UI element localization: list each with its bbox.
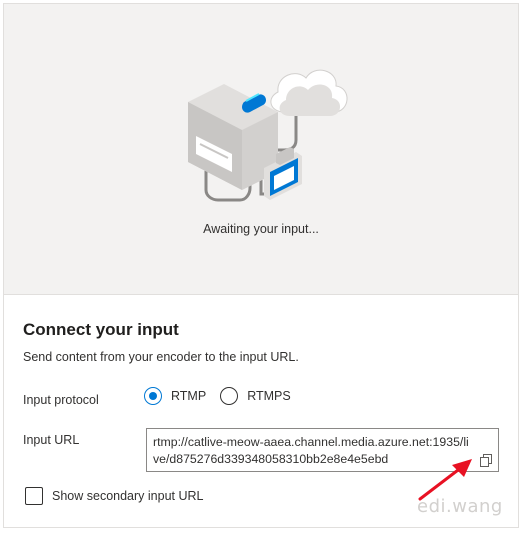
- radio-rtmps[interactable]: RTMPS: [220, 387, 291, 405]
- input-preview-panel: Awaiting your input...: [4, 4, 518, 295]
- section-description: Send content from your encoder to the in…: [23, 350, 299, 364]
- watermark-text: edi.wang: [417, 496, 503, 517]
- awaiting-input-status: Awaiting your input...: [203, 222, 319, 236]
- secondary-url-checkbox-label: Show secondary input URL: [52, 489, 204, 503]
- secondary-url-checkbox-box[interactable]: [25, 487, 43, 505]
- radio-rtmp[interactable]: RTMP: [144, 387, 206, 405]
- radio-rtmp-circle[interactable]: [144, 387, 162, 405]
- input-url-label: Input URL: [23, 433, 80, 447]
- section-title: Connect your input: [23, 320, 179, 339]
- input-protocol-label: Input protocol: [23, 393, 99, 407]
- input-protocol-radio-group: RTMP RTMPS: [144, 387, 305, 405]
- radio-rtmp-label: RTMP: [171, 389, 207, 403]
- connect-input-card: Awaiting your input... Connect your inpu…: [3, 3, 519, 528]
- encoder-cloud-illustration: [188, 69, 348, 202]
- copy-icon[interactable]: [480, 454, 492, 467]
- show-secondary-url-checkbox[interactable]: Show secondary input URL: [25, 487, 203, 505]
- radio-rtmps-label: RTMPS: [247, 389, 291, 403]
- radio-rtmps-circle[interactable]: [220, 387, 239, 405]
